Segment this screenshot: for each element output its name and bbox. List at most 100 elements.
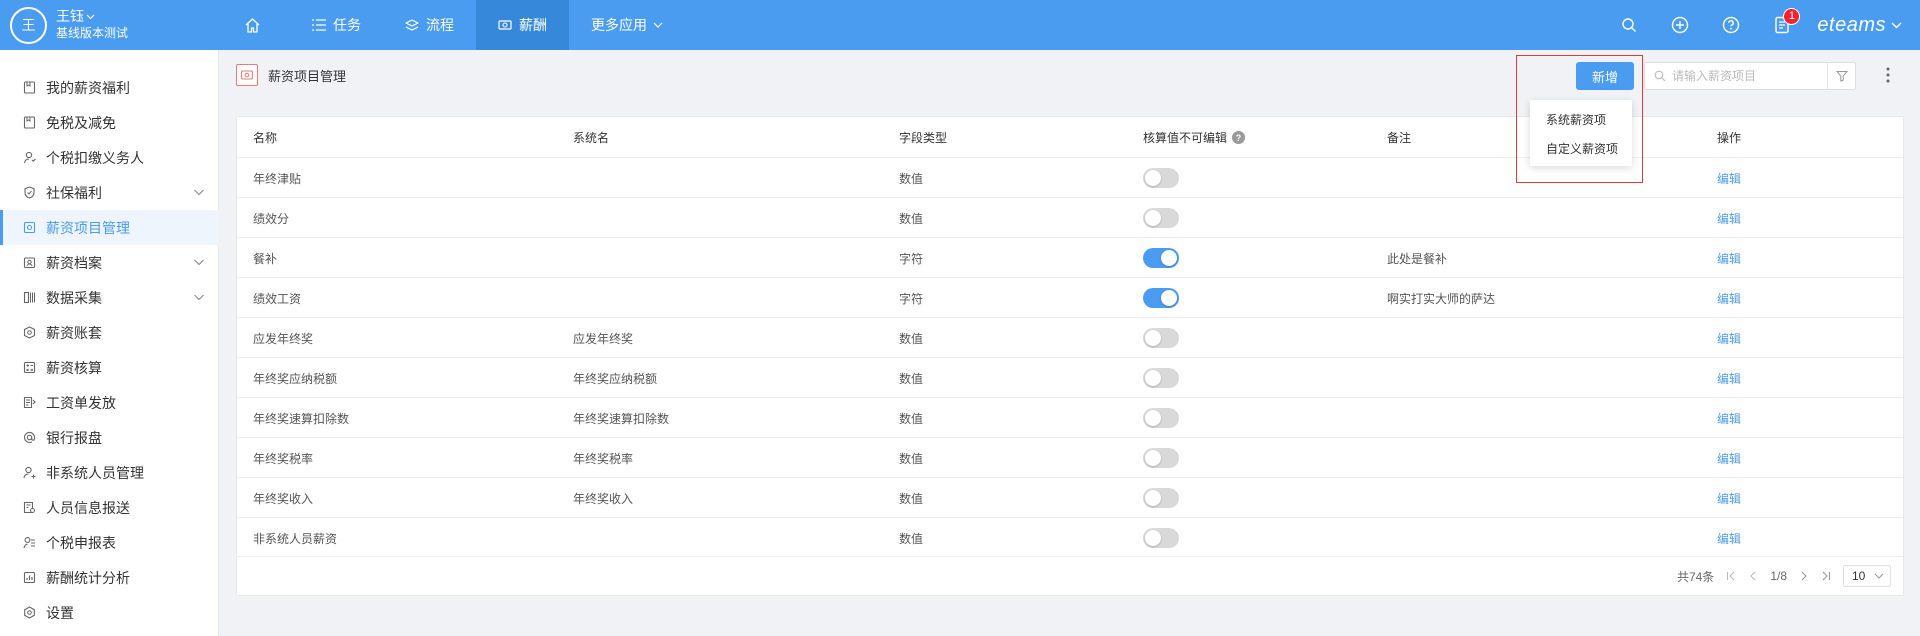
locked-toggle[interactable] — [1143, 368, 1179, 388]
edit-link[interactable]: 编辑 — [1717, 250, 1741, 267]
sidebar-item-label: 非系统人员管理 — [46, 464, 144, 481]
edit-link[interactable]: 编辑 — [1717, 330, 1741, 347]
locked-toggle[interactable] — [1143, 328, 1179, 348]
next-page-button[interactable] — [1799, 571, 1809, 581]
layers-icon — [405, 19, 419, 31]
avatar[interactable]: 王 — [10, 6, 47, 44]
nav-salary[interactable]: 薪酬 — [476, 0, 569, 50]
column-header-name: 名称 — [253, 131, 278, 145]
locked-toggle[interactable] — [1143, 528, 1179, 548]
user-menu[interactable]: 王 王钰 基线版本测试 — [10, 6, 128, 44]
nav-home[interactable] — [222, 0, 290, 50]
locked-toggle[interactable] — [1143, 168, 1179, 188]
search-input[interactable] — [1672, 69, 1832, 83]
sidebar-item-label: 薪资核算 — [46, 359, 102, 376]
cell-field-type: 数值 — [899, 452, 924, 466]
sidebar-item-label: 薪资账套 — [46, 324, 102, 341]
cell-field-type: 数值 — [899, 332, 924, 346]
sidebar-item-personnel-report[interactable]: 人员信息报送 — [0, 490, 219, 525]
user-subtitle: 基线版本测试 — [56, 26, 129, 40]
sidebar-item-tax-exemption[interactable]: 免税及减免 — [0, 105, 219, 140]
sidebar-item-bank-report[interactable]: 银行报盘 — [0, 420, 219, 455]
nav-tasks-label: 任务 — [333, 17, 361, 33]
sidebar-item-data-collection[interactable]: 数据采集 — [0, 280, 219, 315]
sidebar-item-label: 数据采集 — [46, 289, 102, 306]
add-salary-item-button[interactable]: 新增 — [1576, 62, 1634, 90]
sidebar-item-salary-account-set[interactable]: 薪资账套 — [0, 315, 219, 350]
user-name[interactable]: 王钰 — [56, 8, 128, 25]
sidebar-item-salary-calculation[interactable]: 薪资核算 — [0, 350, 219, 385]
filter-button[interactable] — [1827, 63, 1855, 89]
edit-link[interactable]: 编辑 — [1717, 410, 1741, 427]
first-page-button[interactable] — [1726, 571, 1736, 581]
page-size-select[interactable]: 10 — [1843, 565, 1891, 587]
sidebar-item-withholding-agent[interactable]: 个税扣缴义务人 — [0, 140, 219, 175]
page-indicator: 1/8 — [1770, 569, 1787, 583]
question-circle-icon — [1722, 16, 1740, 34]
locked-toggle[interactable] — [1143, 448, 1179, 468]
edit-link[interactable]: 编辑 — [1717, 370, 1741, 387]
help-button[interactable] — [1705, 0, 1756, 50]
edit-link[interactable]: 编辑 — [1717, 450, 1741, 467]
sidebar-item-non-system-staff[interactable]: 非系统人员管理 — [0, 455, 219, 490]
search-button[interactable] — [1603, 0, 1654, 50]
help-icon[interactable]: ? — [1232, 131, 1246, 144]
sidebar-item-my-salary[interactable]: 我的薪资福利 — [0, 70, 219, 105]
sidebar-item-tax-declaration[interactable]: 个税申报表 — [0, 525, 219, 560]
brand-logo: eteams — [1817, 13, 1886, 36]
sidebar-item-payslip[interactable]: 工资单发放 — [0, 385, 219, 420]
settings-icon — [22, 606, 36, 620]
chevron-down-icon — [653, 22, 663, 28]
column-header-field-type: 字段类型 — [899, 131, 948, 145]
locked-toggle[interactable] — [1143, 288, 1179, 308]
column-header-action: 操作 — [1717, 131, 1742, 145]
cell-field-type: 数值 — [899, 492, 924, 506]
salary-item-icon — [22, 221, 36, 235]
plus-circle-icon — [1671, 16, 1689, 34]
salary-item-icon — [236, 64, 258, 86]
sidebar-item-social-insurance[interactable]: 社保福利 — [0, 175, 219, 210]
cell-field-type: 数值 — [899, 532, 924, 546]
add-button[interactable] — [1654, 0, 1705, 50]
cell-name: 非系统人员薪资 — [253, 532, 338, 546]
notification-button[interactable]: 1 — [1756, 0, 1807, 50]
user-info: 王钰 基线版本测试 — [56, 8, 128, 42]
last-page-icon — [1822, 571, 1831, 581]
table-row: 应发年终奖 应发年终奖 数值 编辑 — [237, 317, 1903, 357]
brand-menu[interactable]: eteams — [1807, 14, 1920, 37]
nav-tasks[interactable]: 任务 — [290, 0, 383, 50]
list-icon — [312, 19, 326, 31]
edit-link[interactable]: 编辑 — [1717, 530, 1741, 547]
sidebar-item-label: 薪资项目管理 — [46, 219, 130, 236]
nav-workflow[interactable]: 流程 — [383, 0, 476, 50]
locked-toggle[interactable] — [1143, 408, 1179, 428]
table-row: 年终奖税率 年终奖税率 数值 编辑 — [237, 437, 1903, 477]
cell-name: 绩效分 — [253, 212, 290, 226]
user-icon — [22, 151, 36, 165]
locked-toggle[interactable] — [1143, 208, 1179, 228]
locked-toggle[interactable] — [1143, 248, 1179, 268]
sidebar-item-label: 我的薪资福利 — [46, 79, 130, 96]
edit-link[interactable]: 编辑 — [1717, 210, 1741, 227]
sidebar-item-statistics[interactable]: 薪酬统计分析 — [0, 560, 219, 595]
table-row: 餐补 字符 此处是餐补 编辑 — [237, 237, 1903, 277]
last-page-button[interactable] — [1821, 571, 1831, 581]
column-header-locked: 核算值不可编辑 ? — [1143, 129, 1246, 146]
locked-toggle[interactable] — [1143, 488, 1179, 508]
sidebar-item-label: 薪酬统计分析 — [46, 569, 130, 586]
menu-item-custom-salary-item[interactable]: 自定义薪资项 — [1546, 140, 1618, 157]
prev-page-button[interactable] — [1748, 571, 1758, 581]
sidebar-item-settings[interactable]: 设置 — [0, 595, 219, 630]
edit-link[interactable]: 编辑 — [1717, 290, 1741, 307]
calculate-icon — [22, 361, 36, 375]
edit-link[interactable]: 编辑 — [1717, 170, 1741, 187]
table-row: 非系统人员薪资 数值 编辑 — [237, 517, 1903, 557]
cell-remark: 此处是餐补 — [1387, 252, 1448, 266]
nav-more-apps[interactable]: 更多应用 — [569, 0, 685, 50]
edit-link[interactable]: 编辑 — [1717, 490, 1741, 507]
sidebar-item-salary-items[interactable]: 薪资项目管理 — [0, 210, 219, 245]
report-icon — [22, 501, 36, 515]
more-options-button[interactable] — [1880, 64, 1896, 86]
menu-item-system-salary-item[interactable]: 系统薪资项 — [1546, 111, 1606, 128]
sidebar-item-salary-archive[interactable]: 薪资档案 — [0, 245, 219, 280]
